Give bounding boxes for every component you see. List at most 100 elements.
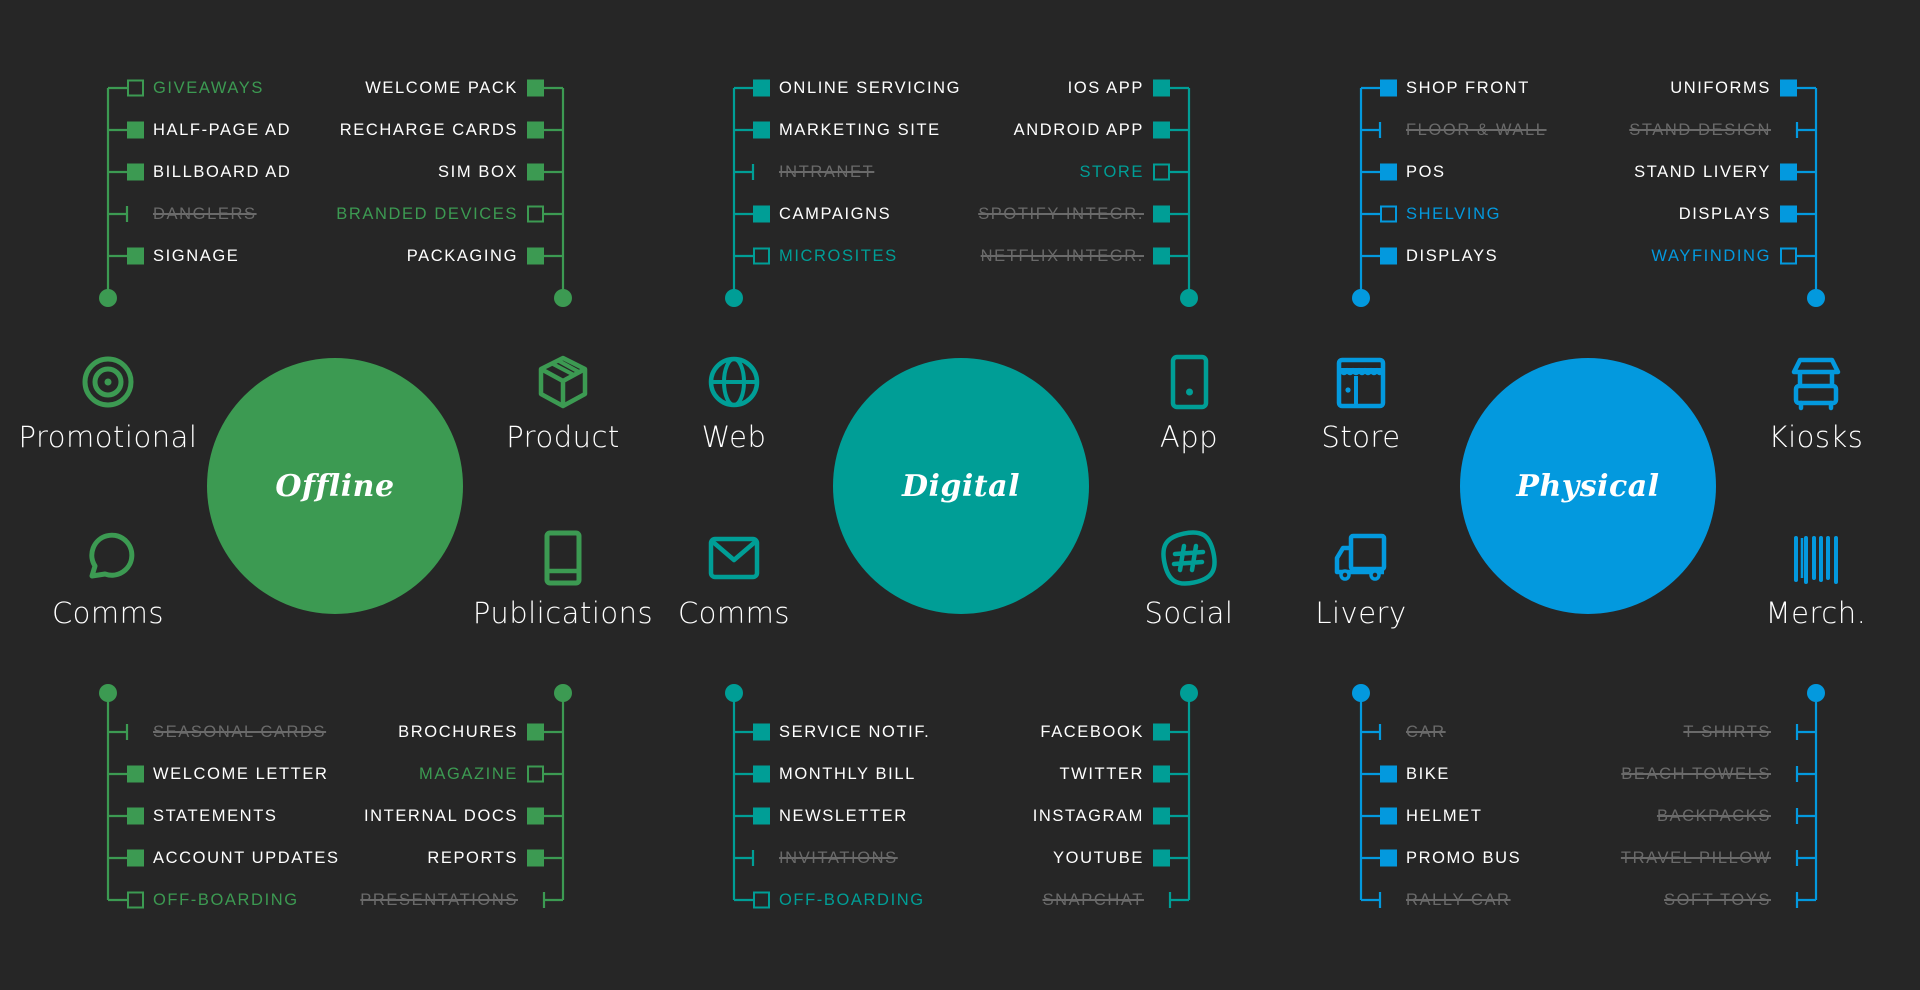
list-item: FACEBOOK bbox=[1040, 723, 1144, 741]
checkbox-unchecked[interactable] bbox=[1780, 247, 1797, 265]
checkbox-checked[interactable] bbox=[127, 765, 144, 783]
list-item: PRESENTATIONS bbox=[360, 891, 518, 909]
checkbox-checked[interactable] bbox=[527, 79, 544, 97]
checkbox-unchecked[interactable] bbox=[127, 79, 144, 97]
list-item: PACKAGING bbox=[406, 247, 518, 265]
list-item: SIM BOX bbox=[438, 163, 518, 181]
checkbox-checked[interactable] bbox=[1153, 247, 1170, 265]
checkbox-checked[interactable] bbox=[1153, 849, 1170, 867]
checkbox-checked[interactable] bbox=[1780, 79, 1797, 97]
checkbox-checked[interactable] bbox=[753, 79, 770, 97]
channel-comms[interactable]: Comms bbox=[639, 528, 829, 630]
checkbox-checked[interactable] bbox=[1780, 163, 1797, 181]
checkbox-unchecked[interactable] bbox=[753, 891, 770, 909]
checkbox-checked[interactable] bbox=[753, 121, 770, 139]
checkbox-unchecked[interactable] bbox=[127, 891, 144, 909]
category-circle-physical[interactable]: Physical bbox=[1460, 358, 1716, 614]
storefront-icon bbox=[1336, 357, 1386, 409]
checkbox-checked[interactable] bbox=[753, 807, 770, 825]
channel-merch[interactable]: Merch. bbox=[1721, 528, 1911, 630]
list-item: STATEMENTS bbox=[153, 807, 278, 825]
list-item: RALLY CAR bbox=[1406, 891, 1511, 909]
checkbox-checked[interactable] bbox=[527, 807, 544, 825]
channel-label: Merch. bbox=[1765, 596, 1867, 630]
list-item: OFF-BOARDING bbox=[779, 891, 925, 909]
list-item: WELCOME LETTER bbox=[153, 765, 329, 783]
checkbox-checked[interactable] bbox=[1380, 163, 1397, 181]
tree-root-dot bbox=[99, 684, 117, 702]
list-item: PROMO BUS bbox=[1406, 849, 1522, 867]
channel-label: Web bbox=[701, 420, 767, 454]
list-item: ONLINE SERVICING bbox=[779, 79, 962, 97]
checkbox-checked[interactable] bbox=[753, 205, 770, 223]
list-item: HALF-PAGE AD bbox=[153, 121, 292, 139]
category-circle-digital[interactable]: Digital bbox=[833, 358, 1089, 614]
list-item: ANDROID APP bbox=[1013, 121, 1144, 139]
channel-web[interactable]: Web bbox=[639, 352, 829, 454]
checkbox-unchecked[interactable] bbox=[527, 205, 544, 223]
speech-bubble-icon bbox=[89, 532, 135, 579]
checkbox-checked[interactable] bbox=[1380, 849, 1397, 867]
channel-label: Promotional bbox=[18, 420, 198, 454]
channel-label: Store bbox=[1321, 420, 1401, 454]
checkbox-unchecked[interactable] bbox=[753, 247, 770, 265]
checkbox-checked[interactable] bbox=[1153, 205, 1170, 223]
category-circle-offline[interactable]: Offline bbox=[207, 358, 463, 614]
checkbox-checked[interactable] bbox=[1153, 723, 1170, 741]
list-item: NETFLIX INTEGR. bbox=[980, 247, 1144, 265]
channel-livery[interactable]: Livery bbox=[1266, 528, 1456, 630]
list-item: UNIFORMS bbox=[1670, 79, 1771, 97]
book-icon bbox=[544, 530, 582, 586]
checkbox-checked[interactable] bbox=[753, 723, 770, 741]
globe-icon bbox=[708, 356, 760, 408]
channel-promotional[interactable]: Promotional bbox=[13, 352, 203, 454]
channel-kiosks[interactable]: Kiosks bbox=[1721, 352, 1911, 454]
checkbox-checked[interactable] bbox=[1153, 807, 1170, 825]
list-item: FLOOR & WALL bbox=[1406, 121, 1547, 139]
checkbox-checked[interactable] bbox=[1780, 205, 1797, 223]
checkbox-unchecked[interactable] bbox=[1380, 205, 1397, 223]
list-item: RECHARGE CARDS bbox=[339, 121, 518, 139]
truck-icon bbox=[1334, 533, 1387, 581]
checkbox-checked[interactable] bbox=[1380, 79, 1397, 97]
list-item: DISPLAYS bbox=[1678, 205, 1771, 223]
list-item: BILLBOARD AD bbox=[153, 163, 292, 181]
checkbox-checked[interactable] bbox=[1380, 807, 1397, 825]
checkbox-unchecked[interactable] bbox=[1153, 163, 1170, 181]
checkbox-checked[interactable] bbox=[127, 807, 144, 825]
checkbox-checked[interactable] bbox=[527, 121, 544, 139]
checkbox-unchecked[interactable] bbox=[527, 765, 544, 783]
checkbox-checked[interactable] bbox=[127, 247, 144, 265]
tree-root-dot bbox=[99, 289, 117, 307]
checkbox-checked[interactable] bbox=[527, 849, 544, 867]
checkbox-checked[interactable] bbox=[127, 849, 144, 867]
tree-root-dot bbox=[1352, 289, 1370, 307]
list-item: OFF-BOARDING bbox=[153, 891, 299, 909]
checkbox-checked[interactable] bbox=[1380, 765, 1397, 783]
list-item: SERVICE NOTIF. bbox=[779, 723, 931, 741]
list-item: SPOTIFY INTEGR. bbox=[978, 205, 1144, 223]
checkbox-checked[interactable] bbox=[527, 723, 544, 741]
list-item: ACCOUNT UPDATES bbox=[153, 849, 340, 867]
tree-root-dot bbox=[1180, 289, 1198, 307]
checkbox-checked[interactable] bbox=[527, 163, 544, 181]
checkbox-checked[interactable] bbox=[753, 765, 770, 783]
checkbox-checked[interactable] bbox=[127, 163, 144, 181]
channel-comms[interactable]: Comms bbox=[13, 528, 203, 630]
target-icon bbox=[82, 356, 134, 408]
list-item: MONTHLY BILL bbox=[779, 765, 916, 783]
list-item: STORE bbox=[1079, 163, 1144, 181]
checkbox-checked[interactable] bbox=[1153, 765, 1170, 783]
checkbox-checked[interactable] bbox=[1153, 79, 1170, 97]
category-title: Physical bbox=[1516, 468, 1660, 504]
checkbox-checked[interactable] bbox=[1380, 247, 1397, 265]
list-item: TWITTER bbox=[1059, 765, 1144, 783]
list-item: SEASONAL CARDS bbox=[153, 723, 327, 741]
checkbox-checked[interactable] bbox=[1153, 121, 1170, 139]
checkbox-checked[interactable] bbox=[527, 247, 544, 265]
checkbox-checked[interactable] bbox=[127, 121, 144, 139]
channel-store[interactable]: Store bbox=[1266, 352, 1456, 454]
tree-root-dot bbox=[1807, 289, 1825, 307]
category-title: Offline bbox=[275, 468, 395, 504]
list-item: TRAVEL PILLOW bbox=[1620, 849, 1771, 867]
